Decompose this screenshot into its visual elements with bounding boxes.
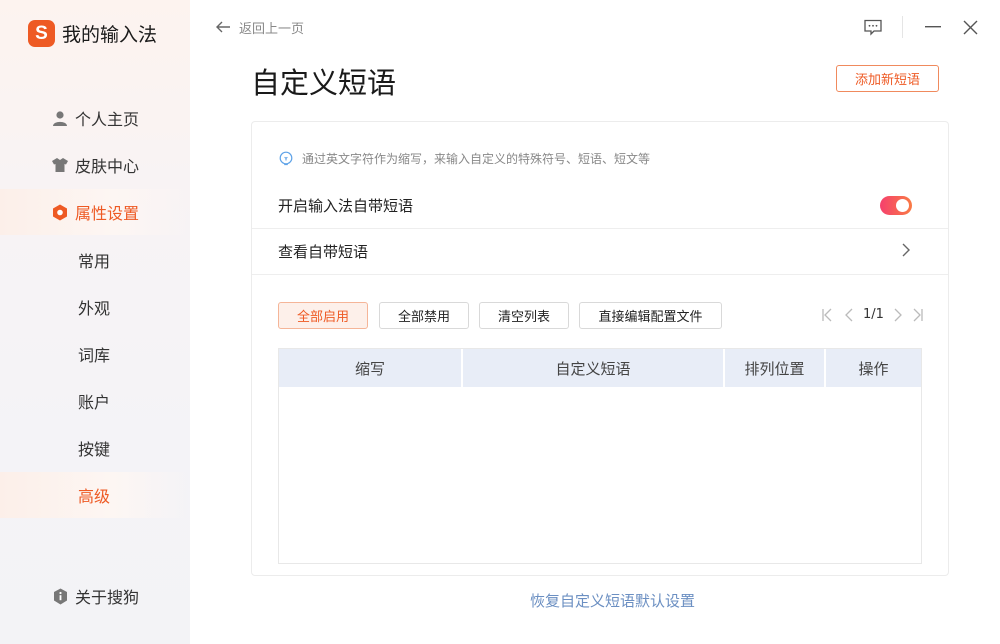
- sidebar-subitem-label: 常用: [78, 252, 111, 271]
- restore-defaults-link[interactable]: 恢复自定义短语默认设置: [530, 590, 695, 611]
- first-page-icon: [822, 308, 832, 322]
- minimize-button[interactable]: [920, 14, 946, 40]
- sidebar-item-label: 皮肤中心: [75, 157, 140, 176]
- back-label: 返回上一页: [239, 22, 305, 37]
- sidebar-subitem-keys[interactable]: 按键: [0, 425, 190, 471]
- window-controls-divider: [902, 16, 903, 38]
- hint-text: 通过英文字符作为缩写，来输入自定义的特殊符号、短语、短文等: [302, 152, 651, 166]
- page-indicator: 1/1: [863, 307, 884, 322]
- disable-all-button[interactable]: 全部禁用: [379, 302, 469, 329]
- sidebar-item-about[interactable]: 关于搜狗: [0, 573, 190, 619]
- feedback-icon: [864, 19, 882, 36]
- sidebar-subitem-appearance[interactable]: 外观: [0, 284, 190, 330]
- last-page-button[interactable]: [911, 307, 925, 323]
- view-builtin-phrases-label: 查看自带短语: [278, 243, 369, 261]
- page-title: 自定义短语: [251, 66, 397, 100]
- next-page-button[interactable]: [891, 307, 905, 323]
- sogou-logo-icon: S: [28, 20, 55, 47]
- row-divider: [252, 274, 948, 275]
- close-button[interactable]: [957, 14, 983, 40]
- shirt-icon: [52, 157, 68, 173]
- sidebar-subitem-common[interactable]: 常用: [0, 237, 190, 283]
- sidebar-subitem-label: 账户: [78, 393, 111, 412]
- sidebar-item-label: 个人主页: [75, 110, 140, 129]
- first-page-button[interactable]: [820, 307, 834, 323]
- enable-all-button[interactable]: 全部启用: [278, 302, 368, 329]
- sidebar-item-label: 属性设置: [75, 204, 140, 223]
- column-header-position: 排列位置: [725, 349, 826, 387]
- info-shield-icon: [52, 588, 68, 604]
- clear-list-button[interactable]: 清空列表: [479, 302, 569, 329]
- enable-builtin-phrases-label: 开启输入法自带短语: [278, 197, 414, 215]
- sidebar-item-profile[interactable]: 个人主页: [0, 95, 190, 141]
- sidebar-subitem-label: 高级: [78, 487, 111, 506]
- toggle-knob: [896, 199, 909, 212]
- settings-panel: 通过英文字符作为缩写，来输入自定义的特殊符号、短语、短文等 开启输入法自带短语 …: [251, 121, 949, 576]
- enable-builtin-phrases-row: 开启输入法自带短语: [252, 183, 948, 228]
- add-phrase-button[interactable]: 添加新短语: [836, 65, 939, 92]
- chevron-right-icon: [902, 243, 910, 257]
- sidebar-subitem-dictionary[interactable]: 词库: [0, 331, 190, 377]
- lightbulb-icon: [279, 151, 293, 165]
- sidebar-subitem-label: 按键: [78, 440, 111, 459]
- edit-config-file-button[interactable]: 直接编辑配置文件: [579, 302, 722, 329]
- sidebar-subitem-label: 词库: [78, 346, 111, 365]
- sidebar: S 我的输入法 个人主页 皮肤中心 属性设置 常用 外观 词库 账户 按键 高级: [0, 0, 190, 644]
- chevron-left-icon: [845, 308, 853, 322]
- arrow-left-icon: [216, 18, 231, 37]
- sidebar-item-skins[interactable]: 皮肤中心: [0, 142, 190, 188]
- hexagon-settings-icon: [52, 204, 68, 220]
- feedback-button[interactable]: [860, 14, 886, 40]
- enable-builtin-phrases-toggle[interactable]: [880, 196, 912, 215]
- sidebar-item-settings[interactable]: 属性设置: [0, 189, 190, 235]
- sidebar-subitem-advanced[interactable]: 高级: [0, 472, 190, 518]
- phrase-table: 缩写 自定义短语 排列位置 操作: [278, 348, 922, 564]
- hint: 通过英文字符作为缩写，来输入自定义的特殊符号、短语、短文等: [278, 150, 650, 167]
- sidebar-item-label: 关于搜狗: [75, 588, 140, 607]
- sidebar-subitem-label: 外观: [78, 299, 111, 318]
- minimize-icon: [925, 26, 941, 28]
- prev-page-button[interactable]: [842, 307, 856, 323]
- column-header-abbreviation: 缩写: [279, 349, 463, 387]
- table-header: 缩写 自定义短语 排列位置 操作: [279, 349, 921, 387]
- app-logo: S 我的输入法: [28, 20, 157, 47]
- column-header-actions: 操作: [858, 359, 889, 378]
- back-link[interactable]: 返回上一页: [216, 18, 304, 37]
- user-icon: [52, 110, 68, 126]
- last-page-icon: [913, 308, 923, 322]
- sidebar-subitem-account[interactable]: 账户: [0, 378, 190, 424]
- close-icon: [963, 20, 977, 34]
- app-title: 我的输入法: [62, 24, 158, 46]
- view-builtin-phrases-row[interactable]: 查看自带短语: [252, 229, 948, 274]
- chevron-right-icon: [894, 308, 902, 322]
- column-header-phrase: 自定义短语: [463, 349, 725, 387]
